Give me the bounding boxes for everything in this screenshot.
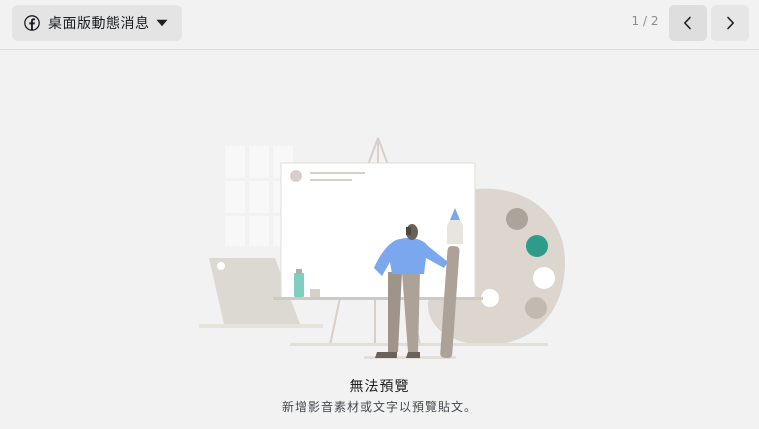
caret-down-icon [156,19,168,27]
chevron-right-icon [727,16,734,30]
next-button[interactable] [711,5,749,41]
chevron-left-icon [684,16,691,30]
facebook-icon [24,15,40,31]
empty-state-illustration [199,137,565,359]
ad-preview-panel: 桌面版動態消息 1 / 2 無法預覽 新增影音素材或文字以預覽貼文。 [0,0,759,429]
empty-state-description: 新增影音素材或文字以預覽貼文。 [281,400,477,414]
placement-dropdown[interactable]: 桌面版動態消息 [12,5,182,41]
empty-state-title: 無法預覽 [349,379,410,395]
previous-button[interactable] [669,5,707,41]
placement-label: 桌面版動態消息 [48,16,150,32]
preview-toolbar: 桌面版動態消息 1 / 2 [0,0,759,50]
page-indicator: 1 / 2 [631,14,659,28]
